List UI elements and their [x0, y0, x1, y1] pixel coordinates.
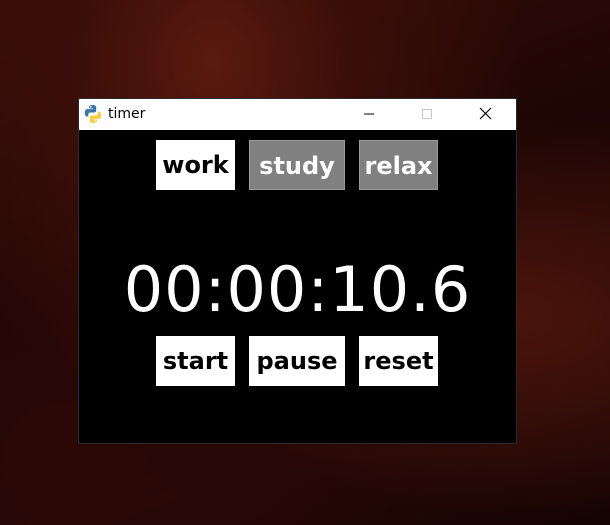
timer-window: timer work study relax 00:00:10.6 start …	[79, 99, 516, 443]
pause-button[interactable]: pause	[249, 336, 345, 386]
maximize-icon	[421, 105, 433, 124]
timer-display: 00:00:10.6	[123, 253, 472, 326]
python-icon	[83, 104, 103, 124]
timer-content: work study relax 00:00:10.6 start pause …	[79, 130, 516, 443]
study-mode-button[interactable]: study	[249, 140, 345, 190]
work-mode-button[interactable]: work	[156, 140, 235, 190]
relax-mode-button[interactable]: relax	[359, 140, 438, 190]
reset-button[interactable]: reset	[359, 336, 438, 386]
minimize-icon	[363, 105, 375, 124]
start-button[interactable]: start	[156, 336, 235, 386]
minimize-button[interactable]	[346, 99, 392, 130]
title-bar[interactable]: timer	[79, 99, 516, 130]
close-button[interactable]	[462, 99, 508, 130]
close-icon	[479, 105, 492, 124]
window-title: timer	[108, 106, 146, 122]
maximize-button[interactable]	[404, 99, 450, 130]
